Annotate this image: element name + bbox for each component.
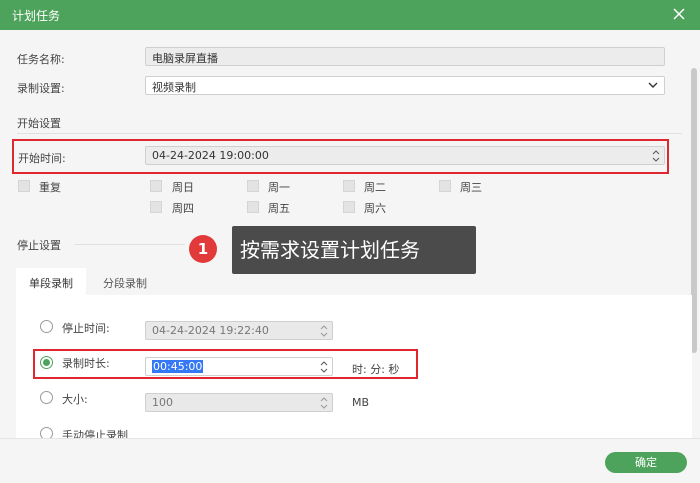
day-label: 周二	[364, 181, 386, 194]
manual-stop-label: 手动停止录制	[62, 429, 128, 438]
window-title: 计划任务	[12, 9, 61, 23]
tab-segment-record[interactable]: 分段录制	[90, 268, 160, 295]
spinner-icon[interactable]	[652, 148, 660, 164]
day-checkbox-mon[interactable]	[247, 180, 259, 192]
divider	[17, 133, 682, 134]
duration-label: 录制时长:	[62, 357, 110, 370]
repeat-checkbox[interactable]	[18, 180, 30, 192]
chevron-down-icon	[648, 82, 658, 88]
day-label: 周六	[364, 202, 386, 215]
day-label: 周五	[268, 202, 290, 215]
annotation-callout: 按需求设置计划任务	[232, 226, 476, 274]
size-label: 大小:	[62, 393, 88, 406]
day-checkbox-thu[interactable]	[150, 201, 162, 213]
stop-time-label: 停止时间:	[62, 322, 110, 335]
day-label: 周四	[172, 202, 194, 215]
stop-section-title: 停止设置	[17, 239, 61, 252]
day-checkbox-tue[interactable]	[343, 180, 355, 192]
day-label: 周日	[172, 181, 194, 194]
task-name-input[interactable]: 电脑录屏直播	[145, 47, 665, 66]
duration-unit: 时: 分: 秒	[352, 363, 400, 376]
record-setting-label: 录制设置:	[17, 82, 65, 95]
duration-input[interactable]: 00:45:00	[145, 357, 333, 376]
manual-stop-row: 手动停止录制	[30, 425, 230, 438]
start-time-input[interactable]: 04-24-2024 19:00:00	[145, 146, 665, 165]
stop-time-input[interactable]: 04-24-2024 19:22:40	[145, 321, 333, 340]
record-setting-dropdown[interactable]: 视频录制	[145, 76, 665, 95]
record-setting-value: 视频录制	[152, 81, 196, 94]
day-checkbox-wed[interactable]	[439, 180, 451, 192]
step-badge: 1	[189, 235, 217, 263]
task-name-value: 电脑录屏直播	[152, 52, 218, 65]
start-time-value: 04-24-2024 19:00:00	[152, 149, 269, 162]
start-time-label: 开始时间:	[18, 152, 66, 165]
manual-stop-radio[interactable]	[40, 427, 53, 438]
size-input[interactable]: 100	[145, 393, 333, 412]
stop-time-value: 04-24-2024 19:22:40	[152, 324, 269, 337]
spinner-icon[interactable]	[320, 359, 328, 375]
size-radio[interactable]	[40, 391, 53, 404]
divider	[75, 244, 185, 245]
ok-button[interactable]: 确定	[605, 452, 687, 473]
size-unit: MB	[352, 396, 370, 409]
dialog-footer: 确定	[0, 438, 700, 483]
day-checkbox-fri[interactable]	[247, 201, 259, 213]
day-checkbox-sun[interactable]	[150, 180, 162, 192]
day-label: 周三	[460, 181, 482, 194]
repeat-label: 重复	[39, 181, 61, 194]
spinner-icon[interactable]	[320, 395, 328, 411]
duration-value: 00:45:00	[152, 360, 204, 373]
duration-radio[interactable]	[40, 356, 53, 369]
title-bar: 计划任务	[0, 0, 700, 30]
close-icon[interactable]	[670, 5, 688, 23]
spinner-icon[interactable]	[320, 323, 328, 339]
size-value: 100	[152, 396, 173, 409]
task-name-label: 任务名称:	[17, 53, 65, 66]
tab-single-record[interactable]: 单段录制	[16, 268, 86, 295]
stop-time-radio[interactable]	[40, 320, 53, 333]
day-label: 周一	[268, 181, 290, 194]
start-section-title: 开始设置	[17, 117, 61, 130]
day-checkbox-sat[interactable]	[343, 201, 355, 213]
